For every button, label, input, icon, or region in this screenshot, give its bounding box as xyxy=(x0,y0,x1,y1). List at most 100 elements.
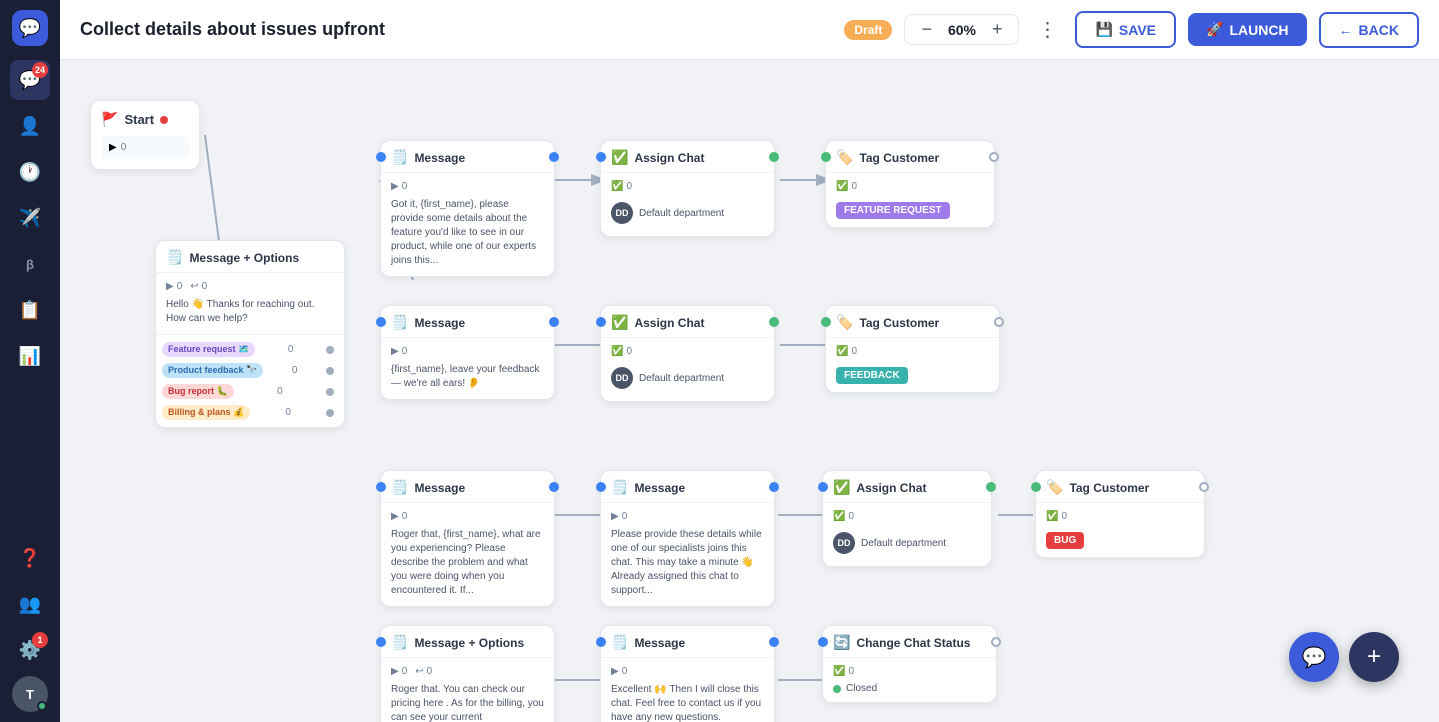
dept-avatar: DD xyxy=(833,532,855,554)
input-port xyxy=(596,152,606,162)
sidebar: 💬 💬 24 👤 🕐 ✈️ β 📋 📊 ❓ 👥 ⚙️ 1 T xyxy=(0,0,60,722)
add-node-fab[interactable]: + xyxy=(1349,632,1399,682)
option-billing[interactable]: Billing & plans 💰 0 xyxy=(156,402,344,423)
tag-icon: 🏷️ xyxy=(836,314,853,331)
option-product-feedback[interactable]: Product feedback 🔭 0 xyxy=(156,360,344,381)
input-port xyxy=(596,317,606,327)
plus-icon: + xyxy=(1367,643,1381,671)
input-port xyxy=(818,482,828,492)
row4-message-options-node[interactable]: 🗒️ Message + Options ▶ 0 ↩ 0 Roger that.… xyxy=(380,625,555,722)
output-port xyxy=(769,152,779,162)
chat-support-fab[interactable]: 💬 xyxy=(1289,632,1339,682)
zoom-in-button[interactable]: + xyxy=(988,19,1007,40)
output-port xyxy=(549,317,559,327)
message-options-icon: 🗒️ xyxy=(391,634,408,651)
assign-icon: ✅ xyxy=(611,314,628,331)
input-port xyxy=(821,317,831,327)
row2-message-node[interactable]: 🗒️ Message ▶ 0 {first_name}, leave your … xyxy=(380,305,555,400)
output-port xyxy=(769,482,779,492)
input-port xyxy=(1031,482,1041,492)
flow-container: 🚩 Start ▶ 0 🗒️ Message + Options ▶ 0 xyxy=(80,80,1430,722)
draft-badge: Draft xyxy=(844,20,892,40)
row3-assign-chat-node[interactable]: ✅ Assign Chat ✅ 0 DD Default department xyxy=(822,470,992,567)
option-port xyxy=(326,367,334,375)
option-port xyxy=(326,409,334,417)
bug-tag: BUG xyxy=(1046,532,1084,549)
message-options-main-node[interactable]: 🗒️ Message + Options ▶ 0 ↩ 0 Hello 👋 Tha… xyxy=(155,240,345,428)
output-port xyxy=(549,152,559,162)
message-icon: 🗒️ xyxy=(391,479,408,496)
header: Collect details about issues upfront Dra… xyxy=(60,0,1439,60)
input-port xyxy=(596,482,606,492)
sidebar-item-beta[interactable]: β xyxy=(10,244,50,284)
row3-tag-customer-node[interactable]: 🏷️ Tag Customer ✅ 0 BUG xyxy=(1035,470,1205,558)
sidebar-item-team[interactable]: 👥 xyxy=(10,584,50,624)
status-icon: 🔄 xyxy=(833,634,850,651)
online-status-indicator xyxy=(37,701,47,711)
sidebar-item-analytics[interactable]: 📊 xyxy=(10,336,50,376)
settings-badge: 1 xyxy=(32,632,48,648)
contacts-icon: 👤 xyxy=(19,116,41,137)
sidebar-item-settings[interactable]: ⚙️ 1 xyxy=(10,630,50,670)
more-options-button[interactable]: ⋮ xyxy=(1031,14,1063,46)
sidebar-item-chat[interactable]: 💬 24 xyxy=(10,60,50,100)
back-button[interactable]: ← BACK xyxy=(1319,12,1419,48)
message-icon: 🗒️ xyxy=(391,149,408,166)
sidebar-item-history[interactable]: 🕐 xyxy=(10,152,50,192)
output-port xyxy=(549,482,559,492)
sidebar-item-send[interactable]: ✈️ xyxy=(10,198,50,238)
assign-icon: ✅ xyxy=(833,479,850,496)
sidebar-item-inbox[interactable]: 📋 xyxy=(10,290,50,330)
row1-assign-chat-node[interactable]: ✅ Assign Chat ✅ 0 DD Default department xyxy=(600,140,775,237)
main-content: Collect details about issues upfront Dra… xyxy=(60,0,1439,722)
feature-request-tag: FEATURE REQUEST xyxy=(836,202,950,219)
output-port xyxy=(769,637,779,647)
output-port xyxy=(986,482,996,492)
row2-tag-customer-node[interactable]: 🏷️ Tag Customer ✅ 0 FEEDBACK xyxy=(825,305,1000,393)
row2-assign-chat-node[interactable]: ✅ Assign Chat ✅ 0 DD Default department xyxy=(600,305,775,402)
zoom-controls: − 60% + xyxy=(904,14,1019,45)
option-port xyxy=(326,388,334,396)
launch-button[interactable]: 🚀 LAUNCH xyxy=(1188,13,1307,46)
input-port xyxy=(376,482,386,492)
flag-icon: 🚩 xyxy=(101,111,118,128)
send-icon: ✈️ xyxy=(19,208,41,229)
feedback-tag: FEEDBACK xyxy=(836,367,908,384)
inbox-icon: 📋 xyxy=(19,300,41,321)
input-port xyxy=(821,152,831,162)
row4-message-node[interactable]: 🗒️ Message ▶ 0 Excellent 🙌 Then I will c… xyxy=(600,625,775,722)
input-port xyxy=(818,637,828,647)
dept-avatar: DD xyxy=(611,202,633,224)
input-port xyxy=(376,152,386,162)
start-node[interactable]: 🚩 Start ▶ 0 xyxy=(90,100,200,170)
history-icon: 🕐 xyxy=(19,162,41,183)
row3-message1-node[interactable]: 🗒️ Message ▶ 0 Roger that, {first_name},… xyxy=(380,470,555,607)
sidebar-item-help[interactable]: ❓ xyxy=(10,538,50,578)
zoom-out-button[interactable]: − xyxy=(917,19,936,40)
message-icon: 🗒️ xyxy=(391,314,408,331)
output-port xyxy=(989,152,999,162)
user-avatar[interactable]: T xyxy=(12,676,48,712)
option-bug-report[interactable]: Bug report 🐛 0 xyxy=(156,381,344,402)
launch-icon: 🚀 xyxy=(1206,21,1223,38)
zoom-level: 60% xyxy=(944,22,980,38)
row1-tag-customer-node[interactable]: 🏷️ Tag Customer ✅ 0 FEATURE REQUEST xyxy=(825,140,995,228)
option-feature-request[interactable]: Feature request 🗺️ 0 xyxy=(156,339,344,360)
input-port xyxy=(376,317,386,327)
logo[interactable]: 💬 xyxy=(12,10,48,46)
save-button[interactable]: 💾 SAVE xyxy=(1075,11,1176,48)
row3-message2-node[interactable]: 🗒️ Message ▶ 0 Please provide these deta… xyxy=(600,470,775,607)
input-port xyxy=(596,637,606,647)
start-status-dot xyxy=(160,116,168,124)
back-icon: ← xyxy=(1339,22,1353,38)
output-port xyxy=(994,317,1004,327)
sidebar-item-contacts[interactable]: 👤 xyxy=(10,106,50,146)
row4-change-status-node[interactable]: 🔄 Change Chat Status ✅ 0 Closed xyxy=(822,625,997,703)
chat-support-icon: 💬 xyxy=(1302,645,1327,670)
output-port xyxy=(769,317,779,327)
message-icon: 🗒️ xyxy=(611,634,628,651)
team-icon: 👥 xyxy=(19,594,41,615)
output-port xyxy=(991,637,1001,647)
row1-message-node[interactable]: 🗒️ Message ▶ 0 Got it, {first_name}, ple… xyxy=(380,140,555,277)
flow-canvas[interactable]: 🚩 Start ▶ 0 🗒️ Message + Options ▶ 0 xyxy=(60,60,1439,722)
